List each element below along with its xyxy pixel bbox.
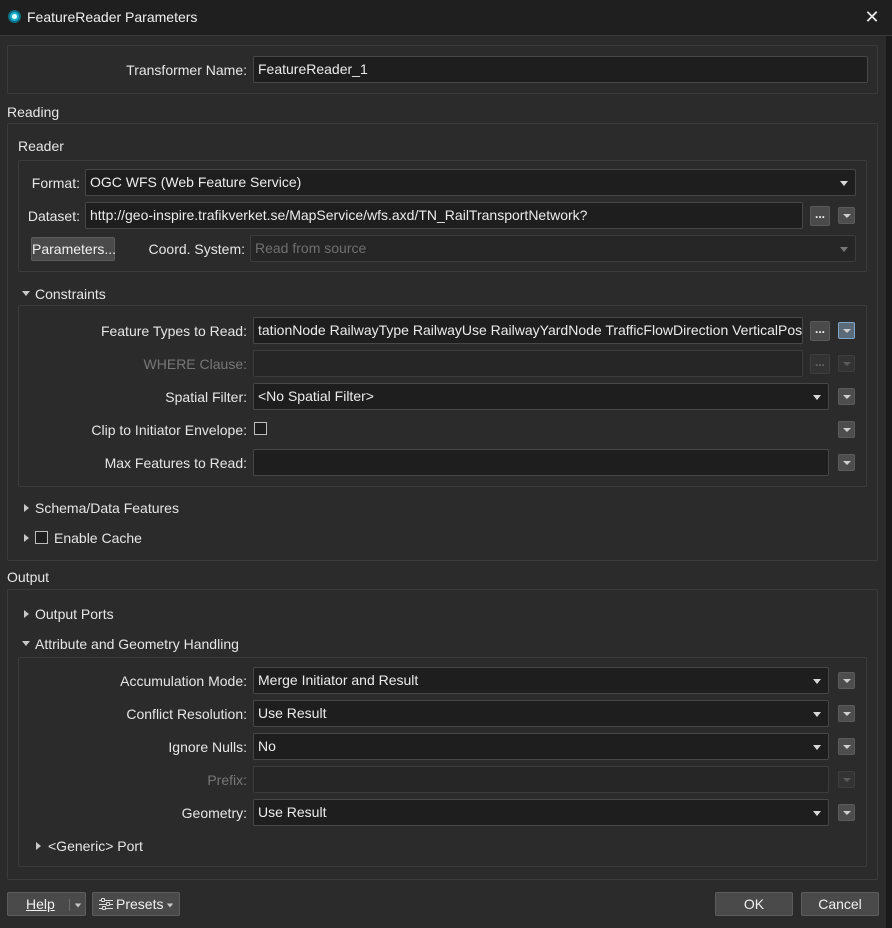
- schema-header[interactable]: Schema/Data Features: [35, 500, 179, 516]
- reading-section-label: Reading: [7, 104, 60, 120]
- fme-app-icon: [8, 10, 21, 23]
- schema-expand-icon[interactable]: [24, 504, 29, 512]
- chevron-down-icon: [840, 247, 848, 252]
- window-title: FeatureReader Parameters: [27, 9, 198, 25]
- format-label: Format:: [31, 175, 80, 191]
- accumulation-mode-select[interactable]: Merge Initiator and Result: [253, 667, 829, 694]
- help-button-label: Help: [26, 896, 55, 912]
- where-clause-browse-button[interactable]: ...: [810, 354, 830, 374]
- feature-types-label: Feature Types to Read:: [100, 323, 247, 339]
- spatial-filter-label: Spatial Filter:: [165, 389, 247, 405]
- sliders-icon: [99, 898, 113, 910]
- output-ports-expand-icon[interactable]: [24, 610, 29, 618]
- clip-envelope-menu-button[interactable]: [838, 421, 855, 438]
- max-features-input[interactable]: [253, 449, 829, 476]
- chevron-down-icon[interactable]: [74, 903, 82, 908]
- reader-group-label: Reader: [18, 138, 64, 154]
- generic-port-header[interactable]: <Generic> Port: [48, 838, 143, 854]
- conflict-resolution-select[interactable]: Use Result: [253, 700, 829, 727]
- dataset-label: Dataset:: [27, 208, 80, 224]
- dataset-browse-button[interactable]: ...: [810, 206, 830, 226]
- spatial-filter-menu-button[interactable]: [838, 388, 855, 405]
- feature-types-browse-button[interactable]: ...: [810, 321, 830, 341]
- conflict-resolution-label: Conflict Resolution:: [126, 706, 247, 722]
- coord-system-select[interactable]: Read from source: [250, 235, 856, 262]
- chevron-down-icon: [813, 745, 821, 750]
- generic-port-expand-icon[interactable]: [36, 842, 41, 850]
- where-clause-label: WHERE Clause:: [143, 356, 247, 372]
- geometry-value: Use Result: [258, 804, 327, 820]
- prefix-menu-button[interactable]: [838, 771, 855, 788]
- cancel-button[interactable]: Cancel: [801, 892, 879, 916]
- max-features-menu-button[interactable]: [838, 454, 855, 471]
- output-section-label: Output: [7, 569, 50, 585]
- presets-button-label: Presets: [116, 896, 164, 912]
- title-bar: FeatureReader Parameters ✕: [0, 0, 892, 36]
- enable-cache-label[interactable]: Enable Cache: [54, 530, 142, 546]
- conflict-resolution-value: Use Result: [258, 705, 327, 721]
- presets-button[interactable]: Presets: [92, 892, 180, 916]
- format-select[interactable]: OGC WFS (Web Feature Service): [85, 169, 856, 196]
- chevron-down-icon: [813, 679, 821, 684]
- ok-button[interactable]: OK: [715, 892, 793, 916]
- feature-types-menu-button[interactable]: [838, 322, 855, 339]
- dataset-menu-button[interactable]: [838, 207, 855, 224]
- accumulation-mode-label: Accumulation Mode:: [120, 673, 247, 689]
- chevron-down-icon: [840, 181, 848, 186]
- prefix-label: Prefix:: [207, 772, 247, 788]
- geometry-label: Geometry:: [181, 805, 247, 821]
- clip-envelope-label: Clip to Initiator Envelope:: [91, 422, 247, 438]
- parameters-button[interactable]: Parameters...: [31, 237, 116, 261]
- where-clause-input[interactable]: [253, 350, 803, 377]
- cache-expand-icon[interactable]: [24, 534, 29, 542]
- output-ports-header[interactable]: Output Ports: [35, 606, 114, 622]
- spatial-filter-select[interactable]: <No Spatial Filter>: [253, 383, 829, 410]
- ignore-nulls-select[interactable]: No: [253, 733, 829, 760]
- ignore-nulls-value: No: [258, 738, 276, 754]
- conflict-resolution-menu-button[interactable]: [838, 705, 855, 722]
- ignore-nulls-label: Ignore Nulls:: [168, 739, 247, 755]
- help-button[interactable]: Help: [7, 892, 86, 916]
- constraints-header[interactable]: Constraints: [35, 286, 106, 302]
- accumulation-mode-menu-button[interactable]: [838, 672, 855, 689]
- handling-header[interactable]: Attribute and Geometry Handling: [35, 636, 239, 652]
- clip-envelope-checkbox[interactable]: [254, 422, 267, 435]
- coord-system-label: Coord. System:: [148, 241, 245, 257]
- enable-cache-checkbox[interactable]: [35, 531, 48, 544]
- chevron-down-icon[interactable]: [166, 903, 174, 908]
- chevron-down-icon: [813, 712, 821, 717]
- where-clause-menu-button[interactable]: [838, 355, 855, 372]
- max-features-label: Max Features to Read:: [104, 455, 247, 471]
- prefix-input[interactable]: [253, 766, 829, 793]
- help-split-divider: [69, 899, 70, 911]
- window-edge: [886, 36, 892, 928]
- accumulation-mode-value: Merge Initiator and Result: [258, 672, 419, 688]
- feature-types-input[interactable]: tationNode RailwayType RailwayUse Railwa…: [253, 317, 803, 344]
- close-icon[interactable]: ✕: [860, 4, 884, 30]
- dataset-input[interactable]: http://geo-inspire.trafikverket.se/MapSe…: [85, 202, 803, 229]
- constraints-expand-icon[interactable]: [22, 291, 30, 296]
- coord-system-value: Read from source: [255, 240, 367, 256]
- geometry-menu-button[interactable]: [838, 804, 855, 821]
- format-value: OGC WFS (Web Feature Service): [90, 174, 302, 190]
- spatial-filter-value: <No Spatial Filter>: [258, 388, 374, 404]
- handling-expand-icon[interactable]: [22, 641, 30, 646]
- chevron-down-icon: [813, 811, 821, 816]
- chevron-down-icon: [813, 395, 821, 400]
- ignore-nulls-menu-button[interactable]: [838, 738, 855, 755]
- geometry-select[interactable]: Use Result: [253, 799, 829, 826]
- transformer-name-input[interactable]: FeatureReader_1: [253, 56, 868, 83]
- transformer-name-label: Transformer Name:: [126, 62, 247, 78]
